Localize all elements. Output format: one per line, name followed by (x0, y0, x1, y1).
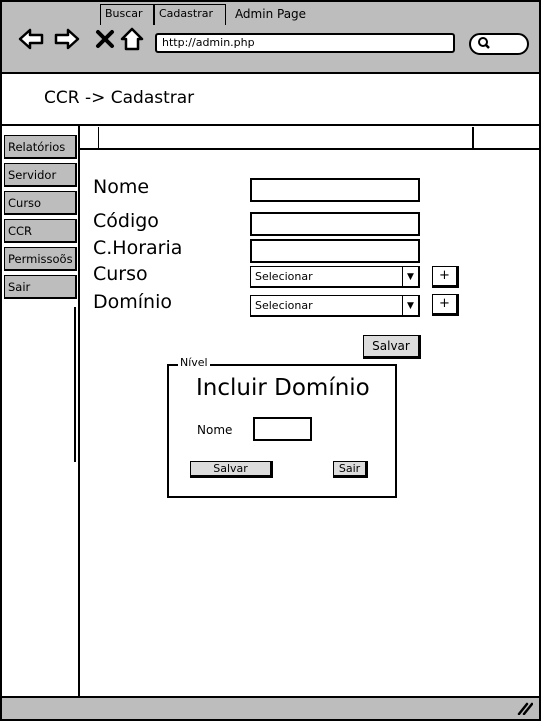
sidebar-item-relatorios[interactable]: Relatórios (4, 135, 77, 159)
forward-arrow-icon[interactable] (54, 26, 80, 52)
tab-divider (472, 127, 474, 149)
save-button[interactable]: Salvar (363, 335, 421, 359)
search-icon (477, 36, 491, 53)
dominio-label: Domínio (93, 291, 172, 313)
tab-buscar[interactable]: Buscar (100, 4, 154, 25)
panel-save-button[interactable]: Salvar (190, 461, 273, 478)
browser-window: Admin Page http://admin.php CCR -> Cadas… (0, 0, 541, 721)
nome-label: Nome (93, 176, 150, 198)
sidebar-scroll-divider (74, 307, 76, 462)
page-header: CCR -> Cadastrar (2, 74, 539, 126)
url-input[interactable]: http://admin.php (155, 33, 455, 53)
panel-name-input[interactable] (253, 417, 312, 441)
dominio-select[interactable]: Selecionar ▼ (250, 295, 420, 317)
curso-select-value: Selecionar (255, 270, 313, 283)
home-icon[interactable] (119, 26, 145, 52)
sidebar-item-sair[interactable]: Sair (4, 275, 77, 299)
tab-divider (98, 127, 99, 149)
search-input[interactable] (469, 33, 529, 55)
browser-toolbar: Admin Page http://admin.php (2, 2, 539, 74)
close-icon[interactable] (92, 26, 118, 52)
panel-title: Incluir Domínio (196, 375, 370, 401)
back-arrow-icon[interactable] (18, 26, 44, 52)
sidebar-item-permissoes[interactable]: Permissoõs (4, 247, 77, 271)
panel-exit-button[interactable]: Sair (333, 461, 368, 478)
sidebar-item-servidor[interactable]: Servidor (4, 163, 77, 187)
resize-grip-icon[interactable] (517, 701, 534, 719)
status-bar (2, 696, 539, 719)
curso-label: Curso (93, 263, 148, 285)
panel-legend: Nível (178, 356, 210, 369)
carga-horaria-input[interactable] (250, 239, 420, 263)
sidebar-item-curso[interactable]: Curso (4, 191, 77, 215)
nome-input[interactable] (250, 178, 420, 202)
chevron-down-icon: ▼ (402, 296, 418, 315)
dominio-select-value: Selecionar (255, 299, 313, 312)
page-title: CCR -> Cadastrar (44, 88, 195, 108)
codigo-input[interactable] (250, 212, 420, 236)
add-curso-button[interactable]: + (432, 266, 459, 288)
sidebar-item-ccr[interactable]: CCR (4, 219, 77, 243)
chevron-down-icon: ▼ (402, 267, 418, 286)
tab-cadastrar[interactable]: Cadastrar (154, 4, 226, 25)
window-title: Admin Page (234, 7, 307, 21)
panel-name-label: Nome (197, 423, 233, 437)
codigo-label: Código (93, 210, 159, 232)
curso-select[interactable]: Selecionar ▼ (250, 266, 420, 288)
carga-horaria-label: C.Horaria (93, 237, 183, 259)
tab-underline (80, 148, 539, 150)
add-dominio-button[interactable]: + (432, 294, 459, 316)
